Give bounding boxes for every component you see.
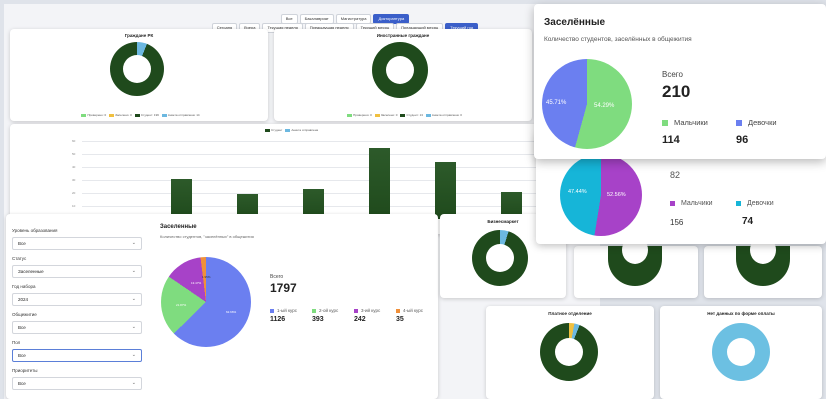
filter-select[interactable]: Все ⌄ (12, 237, 142, 250)
y-tick-label: 50 (72, 152, 76, 156)
filter-label: Статус (12, 256, 27, 261)
donut-chart (736, 236, 790, 286)
chevron-down-icon: ⌄ (131, 352, 136, 358)
courses-pie-chart (161, 257, 251, 347)
donut-chart (110, 42, 164, 96)
filter-select-value: Заселенные (18, 269, 44, 274)
filter-label: Приоритеты (12, 368, 38, 373)
course-item: 3-ий курс 242 (354, 308, 381, 323)
card-extra-2 (704, 236, 822, 298)
pie-label: 45.71% (546, 100, 567, 106)
legend-swatch (396, 308, 400, 313)
legend-swatch (270, 308, 274, 313)
filter-select-value: Все (18, 241, 26, 246)
pie-label: 1.95% (202, 275, 211, 279)
courses-breakdown: 1-ый курс 1126 2-ой курс 393 3-ий курс 242 4-ы… (270, 308, 440, 323)
total-value: 82 (670, 170, 681, 180)
courses-title: Заселенные (160, 224, 197, 230)
pie-label: 13.47% (191, 281, 202, 285)
chevron-down-icon: ⌄ (131, 324, 136, 330)
chevron-down-icon: ⌄ (131, 296, 136, 302)
filter-select-value: Все (18, 381, 26, 386)
y-tick-label: 60 (72, 139, 76, 143)
donut-chart (712, 323, 770, 381)
total-label: Всего (662, 70, 683, 79)
grid-line (82, 154, 552, 155)
grid-line (82, 141, 552, 142)
y-tick-label: 10 (72, 204, 76, 208)
panel-subtitle: Количество студентов, заселённых в общеж… (544, 36, 692, 43)
chevron-down-icon: ⌄ (131, 268, 136, 274)
bar (369, 147, 390, 219)
grid-line (82, 180, 552, 181)
girls-value: 74 (742, 216, 754, 227)
filter-select[interactable]: 2024 ⌄ (12, 293, 142, 306)
card-rk-citizens: Граждане РК Проверено: 0 Заселено: 0 Студе… (10, 29, 268, 121)
legend-swatch (354, 308, 358, 313)
gender-panel-front: Заселённые Количество студентов, заселён… (534, 4, 826, 159)
filter-select-value: 2024 (18, 297, 29, 302)
legend-girls: Девочки (736, 118, 777, 127)
filter-select[interactable]: Все ⌄ (12, 377, 142, 390)
boys-value: 114 (662, 134, 680, 146)
legend-boys: Мальчики (662, 118, 708, 127)
chart-legend: Проверено: 0 Заселено: 0 Студент: 13 Анкета… (274, 113, 532, 117)
courses-card: Уровень образования Все ⌄ Статус Заселенные ⌄… (6, 214, 438, 399)
filter-select[interactable]: Заселенные ⌄ (12, 265, 142, 278)
filter-label: Пол (12, 340, 21, 345)
y-tick-label: 20 (72, 191, 76, 195)
legend-boys: Мальчики (670, 200, 713, 207)
panel-title: Заселённые (544, 17, 606, 28)
filter-label: Уровень образования (12, 228, 58, 233)
girls-value: 96 (736, 134, 749, 146)
legend-girls: Девочки (736, 200, 774, 207)
grid-line (82, 167, 552, 168)
filter-select-value: Все (18, 353, 26, 358)
pie-label: 52.56% (607, 192, 626, 198)
pie-label: 62.66% (226, 310, 237, 314)
courses-total-value: 1797 (270, 281, 297, 295)
y-tick-label: 40 (72, 165, 76, 169)
bar (435, 161, 456, 219)
bar (171, 178, 192, 219)
course-item: 1-ый курс 1126 (270, 308, 297, 323)
chart-legend: Проверено: 0 Заселено: 0 Студент: 196 Анкет… (10, 113, 268, 117)
card-title: Иностранные граждане (376, 33, 430, 38)
card-title: Граждане РК (124, 33, 154, 38)
filter-select[interactable]: Все ⌄ (12, 349, 142, 362)
filter-label: Год набора (12, 284, 36, 289)
y-tick-label: 30 (72, 178, 76, 182)
card-paid: Платное отделение (486, 306, 654, 399)
card-foreign-citizens: Иностранные граждане Проверено: 0 Заселен… (274, 29, 532, 121)
total-value: 210 (662, 82, 691, 101)
filter-panel: Уровень образования Все ⌄ Статус Заселенные ⌄… (12, 222, 142, 390)
filter-label: Общежитие (12, 312, 37, 317)
course-item: 2-ой курс 393 (312, 308, 339, 323)
pie-label: 21.87% (176, 303, 187, 307)
donut-chart (372, 42, 428, 98)
filter-select[interactable]: Все ⌄ (12, 321, 142, 334)
donut-chart (472, 230, 528, 286)
pie-label: 47.44% (568, 189, 587, 195)
boys-value: 156 (670, 218, 684, 227)
chevron-down-icon: ⌄ (131, 380, 136, 386)
chevron-down-icon: ⌄ (131, 240, 136, 246)
pie-label: 54.29% (594, 103, 615, 109)
donut-chart (608, 236, 662, 286)
course-item: 4-ый курс 35 (396, 308, 423, 323)
courses-total-label: Всего (270, 274, 284, 280)
filter-select-value: Все (18, 325, 26, 330)
card-extra-1 (574, 236, 698, 298)
courses-subtitle: Количество студентов, "заселённых" в общ… (160, 234, 254, 239)
gender-pie-back (560, 154, 642, 236)
legend-swatch (312, 308, 316, 313)
donut-chart (540, 323, 598, 381)
card-no-payment-data: Нет данных по форме оплаты (660, 306, 822, 399)
